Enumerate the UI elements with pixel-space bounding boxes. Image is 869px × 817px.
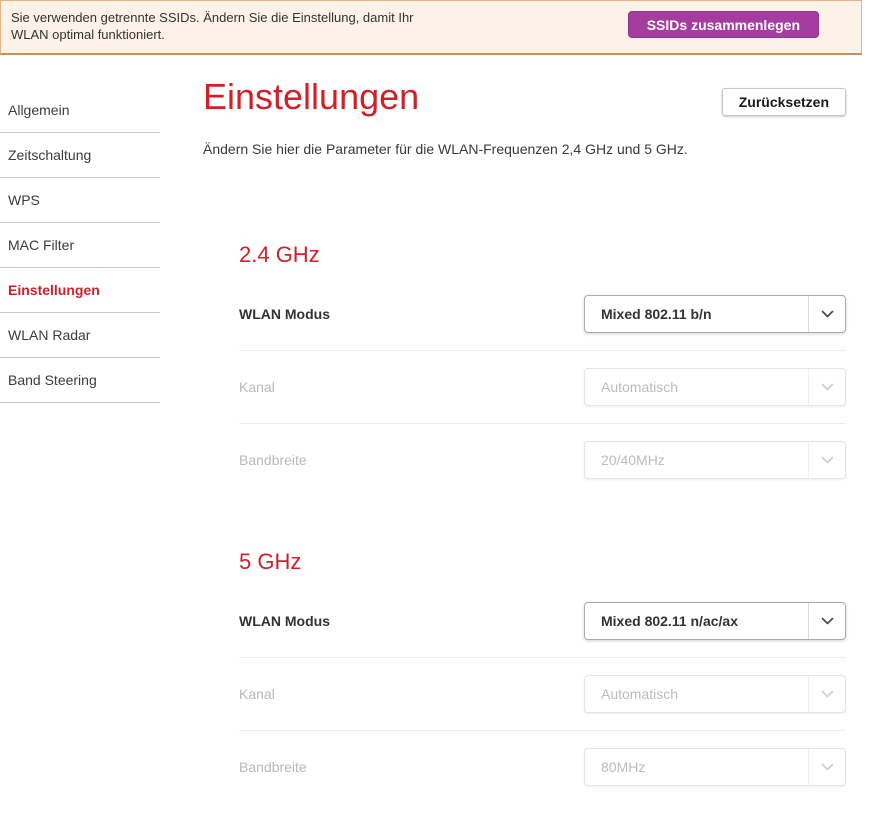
- sidebar-item-zeitschaltung[interactable]: Zeitschaltung: [0, 133, 160, 178]
- setting-row-kanal: Kanal Automatisch: [239, 657, 846, 730]
- chevron-down-icon: [808, 296, 845, 332]
- band-section-2-4-ghz: 2.4 GHz WLAN Modus Mixed 802.11 b/n Kanal Au…: [239, 241, 846, 496]
- dropdown-value: Mixed 802.11 b/n: [601, 306, 712, 322]
- sidebar-item-label: Allgemein: [8, 102, 70, 118]
- band-heading-2-4-ghz: 2.4 GHz: [239, 242, 320, 267]
- sidebar-item-label: Band Steering: [8, 372, 97, 388]
- dropdown-value: 20/40MHz: [601, 452, 665, 468]
- dropdown-value: Automatisch: [601, 379, 679, 395]
- header-row: Einstellungen Zurücksetzen: [203, 75, 846, 119]
- setting-label: Bandbreite: [239, 452, 307, 468]
- dropdown-value: 80MHz: [601, 759, 646, 775]
- sidebar-item-band-steering[interactable]: Band Steering: [0, 358, 160, 403]
- setting-row-kanal: Kanal Automatisch: [239, 350, 846, 423]
- chevron-down-icon: [808, 749, 845, 785]
- setting-label: Kanal: [239, 686, 275, 702]
- banner-message: Sie verwenden getrennte SSIDs. Ändern Si…: [11, 9, 414, 43]
- page-title: Einstellungen: [203, 76, 420, 117]
- dropdown-value: Mixed 802.11 n/ac/ax: [601, 613, 738, 629]
- ssid-warning-banner: Sie verwenden getrennte SSIDs. Ändern Si…: [0, 0, 862, 55]
- banner-message-line2: WLAN optimal funktioniert.: [11, 27, 165, 42]
- chevron-down-icon: [808, 369, 845, 405]
- setting-row-wlan-modus: WLAN Modus Mixed 802.11 b/n: [239, 278, 846, 350]
- dropdown-2-4-ghz-kanal: Automatisch: [584, 368, 846, 406]
- banner-message-line1: Sie verwenden getrennte SSIDs. Ändern Si…: [11, 10, 414, 25]
- setting-label: Bandbreite: [239, 759, 307, 775]
- settings-sections: 2.4 GHz WLAN Modus Mixed 802.11 b/n Kanal Au…: [239, 241, 846, 803]
- sidebar-item-einstellungen[interactable]: Einstellungen: [0, 268, 160, 313]
- setting-row-bandbreite: Bandbreite 20/40MHz: [239, 423, 846, 496]
- sidebar-item-label: Zeitschaltung: [8, 147, 92, 163]
- dropdown-2-4-ghz-bandbreite: 20/40MHz: [584, 441, 846, 479]
- sidebar-item-label: Einstellungen: [8, 282, 100, 298]
- page-subtitle: Ändern Sie hier die Parameter für die WL…: [203, 141, 688, 157]
- chevron-down-icon: [808, 442, 845, 478]
- setting-label: WLAN Modus: [239, 306, 330, 322]
- band-section-5-ghz: 5 GHz WLAN Modus Mixed 802.11 n/ac/ax Kanal…: [239, 548, 846, 803]
- setting-row-bandbreite: Bandbreite 80MHz: [239, 730, 846, 803]
- chevron-down-icon: [808, 676, 845, 712]
- dropdown-2-4-ghz-wlan-modus[interactable]: Mixed 802.11 b/n: [584, 295, 846, 333]
- setting-label: Kanal: [239, 379, 275, 395]
- dropdown-value: Automatisch: [601, 686, 679, 702]
- dropdown-5-ghz-bandbreite: 80MHz: [584, 748, 846, 786]
- merge-ssids-button[interactable]: SSIDs zusammenlegen: [627, 11, 819, 38]
- chevron-down-icon: [808, 603, 845, 639]
- sidebar-item-label: WLAN Radar: [8, 327, 91, 343]
- sidebar-item-allgemein[interactable]: Allgemein: [0, 88, 160, 133]
- dropdown-5-ghz-wlan-modus[interactable]: Mixed 802.11 n/ac/ax: [584, 602, 846, 640]
- sidebar-item-wps[interactable]: WPS: [0, 178, 160, 223]
- sidebar-nav: Allgemein Zeitschaltung WPS MAC Filter Einst…: [0, 88, 160, 803]
- band-heading-5-ghz: 5 GHz: [239, 549, 302, 574]
- sidebar-item-mac-filter[interactable]: MAC Filter: [0, 223, 160, 268]
- sidebar-item-label: WPS: [8, 192, 40, 208]
- reset-button[interactable]: Zurücksetzen: [721, 88, 846, 116]
- sidebar-item-label: MAC Filter: [8, 237, 75, 253]
- sidebar-item-wlan-radar[interactable]: WLAN Radar: [0, 313, 160, 358]
- setting-row-wlan-modus: WLAN Modus Mixed 802.11 n/ac/ax: [239, 585, 846, 657]
- main-content: Einstellungen Zurücksetzen Ändern Sie hi…: [203, 75, 846, 803]
- dropdown-5-ghz-kanal: Automatisch: [584, 675, 846, 713]
- page-layout: Allgemein Zeitschaltung WPS MAC Filter Einst…: [0, 55, 869, 803]
- setting-label: WLAN Modus: [239, 613, 330, 629]
